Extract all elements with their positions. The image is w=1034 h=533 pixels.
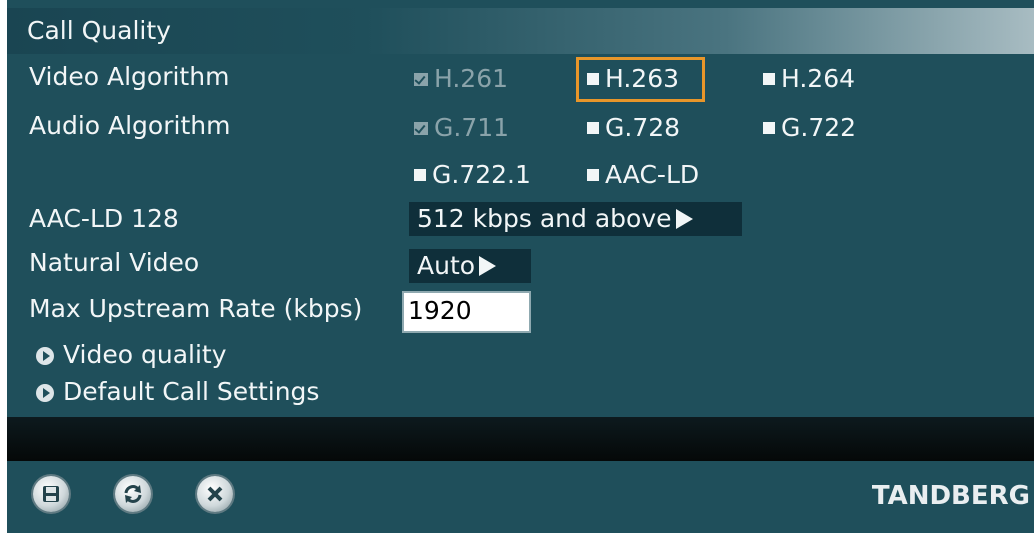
checkbox-h263-label: H.263 — [605, 64, 680, 93]
checkbox-h263[interactable]: H.263 — [587, 64, 679, 94]
save-icon — [43, 486, 59, 502]
close-icon — [207, 486, 223, 502]
call-quality-panel: Call Quality Video Algorithm H.261 H.263… — [7, 0, 1034, 533]
checkbox-g711-label: G.711 — [434, 113, 510, 142]
checkbox-icon — [587, 122, 599, 134]
checkbox-g728[interactable]: G.728 — [587, 113, 680, 143]
save-button[interactable] — [33, 476, 69, 512]
status-band — [7, 417, 1034, 461]
checkbox-g722[interactable]: G.722 — [763, 113, 856, 143]
checkbox-h264[interactable]: H.264 — [763, 64, 855, 94]
checkbox-g728-label: G.728 — [605, 113, 681, 142]
max-upstream-label: Max Upstream Rate (kbps) — [29, 294, 363, 323]
checkbox-icon — [763, 122, 775, 134]
checkbox-icon — [587, 73, 599, 85]
refresh-icon — [124, 485, 142, 503]
aac-ld-128-dropdown[interactable]: 512 kbps and above — [409, 202, 742, 236]
panel-title: Call Quality — [27, 16, 171, 45]
checkbox-checked-icon — [414, 121, 428, 135]
refresh-button[interactable] — [115, 476, 151, 512]
cancel-button[interactable] — [197, 476, 233, 512]
max-upstream-input[interactable]: 1920 — [402, 291, 531, 333]
natural-video-label: Natural Video — [29, 248, 200, 277]
aac-ld-128-label: AAC-LD 128 — [29, 204, 179, 233]
bottom-toolbar: TANDBERG — [7, 461, 1034, 533]
video-quality-link[interactable]: Video quality — [63, 340, 227, 370]
natural-video-dropdown[interactable]: Auto — [409, 249, 531, 283]
tandberg-logo: TANDBERG — [871, 481, 1030, 511]
checkbox-aac-ld[interactable]: AAC-LD — [587, 160, 699, 190]
checkbox-icon — [763, 73, 775, 85]
checkbox-aac-ld-label: AAC-LD — [605, 160, 700, 189]
checkbox-g722-label: G.722 — [781, 113, 857, 142]
checkbox-checked-icon — [414, 72, 428, 86]
checkbox-g7221[interactable]: G.722.1 — [414, 160, 531, 190]
natural-video-value: Auto — [417, 251, 476, 280]
checkbox-h261-label: H.261 — [434, 64, 509, 93]
video-algorithm-label: Video Algorithm — [29, 62, 230, 91]
checkbox-h264-label: H.264 — [781, 64, 856, 93]
checkbox-icon — [587, 169, 599, 181]
audio-algorithm-label: Audio Algorithm — [29, 111, 231, 140]
checkbox-icon — [414, 169, 426, 181]
checkbox-g7221-label: G.722.1 — [432, 160, 531, 189]
aac-ld-128-value: 512 kbps and above — [417, 204, 672, 233]
default-call-settings-link[interactable]: Default Call Settings — [63, 377, 319, 407]
checkbox-g711: G.711 — [414, 113, 509, 143]
expand-arrow-icon — [36, 347, 54, 365]
title-bar: Call Quality — [7, 8, 1034, 54]
arrow-right-icon — [675, 209, 693, 229]
expand-arrow-icon — [36, 384, 54, 402]
arrow-right-icon — [479, 256, 497, 276]
checkbox-h261: H.261 — [414, 64, 508, 94]
